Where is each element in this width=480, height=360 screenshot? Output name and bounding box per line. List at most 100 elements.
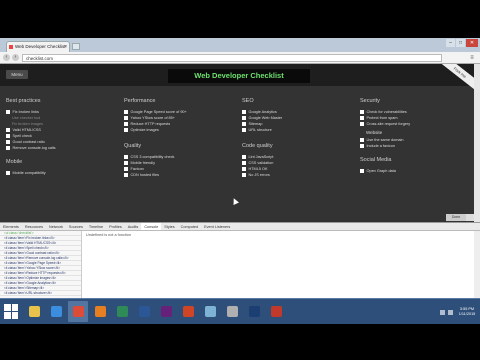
item-label: Lint JavaScript xyxy=(248,155,274,159)
fork-ribbon[interactable]: Fork me xyxy=(439,64,474,90)
devtools-tab[interactable]: Audits xyxy=(125,223,142,230)
taskbar-powerpoint-button[interactable] xyxy=(178,301,198,322)
item-label: Protect from spam xyxy=(366,116,398,120)
checkbox[interactable] xyxy=(360,122,364,126)
clock[interactable]: 3:55 PM 1/11/2015 xyxy=(456,307,478,317)
checklist-item[interactable]: No JS errors xyxy=(242,172,342,178)
page-scrollbar[interactable] xyxy=(474,64,480,222)
devtools-tab[interactable]: Network xyxy=(46,223,66,230)
devtools-tab[interactable]: Timeline xyxy=(86,223,106,230)
taskbar-word-button[interactable] xyxy=(134,301,154,322)
volume-icon[interactable] xyxy=(448,309,453,315)
checkbox[interactable] xyxy=(360,110,364,114)
tab-title: Web Developer Checklist xyxy=(15,44,66,49)
item-label: Optimize images xyxy=(130,128,159,132)
checkbox[interactable] xyxy=(124,116,128,120)
devtools-scrollbar[interactable] xyxy=(474,231,480,299)
favicon-icon xyxy=(9,45,13,49)
powerpoint-icon xyxy=(182,306,194,317)
checkbox[interactable] xyxy=(124,173,128,177)
devtools-tab[interactable]: Sources xyxy=(66,223,86,230)
checkbox[interactable] xyxy=(242,128,246,132)
checkbox[interactable] xyxy=(242,122,246,126)
checklist-item[interactable]: CDN hosted files xyxy=(124,172,224,178)
maximize-button[interactable]: □ xyxy=(456,39,465,47)
checkbox[interactable] xyxy=(124,167,128,171)
section-heading: Social Media xyxy=(360,157,392,163)
section-heading: Security xyxy=(360,98,380,104)
devtools-tab[interactable]: Elements xyxy=(0,223,22,230)
checkbox[interactable] xyxy=(242,155,246,159)
taskbar-visual-studio-button[interactable] xyxy=(156,301,176,322)
taskbar-file-explorer-button[interactable] xyxy=(24,301,44,322)
checkbox[interactable] xyxy=(242,173,246,177)
checkbox[interactable] xyxy=(6,128,10,132)
taskbar-sql-button[interactable] xyxy=(222,301,242,322)
taskbar-notepad-button[interactable] xyxy=(200,301,220,322)
checkbox[interactable] xyxy=(360,138,364,142)
item-label: CSS 3 compatibility check xyxy=(130,155,175,159)
section-heading: Performance xyxy=(124,98,156,104)
devtools-tab[interactable]: Computed xyxy=(178,223,202,230)
checkbox[interactable] xyxy=(6,171,10,175)
address-input[interactable]: checklist.com xyxy=(22,54,442,62)
devtools-tab[interactable]: Event Listeners xyxy=(201,223,233,230)
close-window-button[interactable]: ✕ xyxy=(466,39,478,47)
checkbox[interactable] xyxy=(6,110,10,114)
new-tab-button[interactable] xyxy=(72,43,80,50)
checkbox[interactable] xyxy=(242,110,246,114)
start-button-icon[interactable] xyxy=(4,304,18,319)
mouse-cursor-icon xyxy=(231,197,239,205)
checkbox[interactable] xyxy=(360,116,364,120)
checklist-item[interactable]: Remove console.log calls xyxy=(6,145,106,151)
section-heading: Best practices xyxy=(6,98,41,104)
checkbox[interactable] xyxy=(124,128,128,132)
section-heading: Code quality xyxy=(242,143,273,149)
tab-close-icon[interactable]: × xyxy=(64,42,67,52)
checklist-item[interactable]: Include a favicon xyxy=(360,143,464,149)
item-label: Open Graph data xyxy=(366,169,396,173)
checkbox[interactable] xyxy=(242,161,246,165)
checkbox[interactable] xyxy=(360,144,364,148)
developer-tools-panel: Elements Resources Network Sources Timel… xyxy=(0,222,480,299)
checkbox[interactable] xyxy=(6,146,10,150)
dom-line[interactable]: <li class='item'>URL structure</li> xyxy=(0,291,81,296)
checklist-item[interactable]: Mobile compatibility xyxy=(6,170,106,176)
checkbox[interactable] xyxy=(124,155,128,159)
checkbox[interactable] xyxy=(6,140,10,144)
checklist-item[interactable]: URL structure xyxy=(242,127,342,133)
item-label: Cross-site request forgery xyxy=(366,122,411,126)
checklist-item[interactable]: Open Graph data xyxy=(360,168,464,174)
address-bar-row: ‹ › checklist.com ≡ xyxy=(0,52,480,64)
checkbox[interactable] xyxy=(242,167,246,171)
devtools-tab[interactable]: Resources xyxy=(22,223,46,230)
checklist-item[interactable]: Cross-site request forgery xyxy=(360,121,464,127)
checkbox[interactable] xyxy=(6,134,10,138)
checkbox[interactable] xyxy=(360,169,364,173)
browser-tab[interactable]: Web Developer Checklist × xyxy=(6,41,70,52)
taskbar-firefox-button[interactable] xyxy=(90,301,110,322)
windows-taskbar: 3:55 PM 1/11/2015 xyxy=(0,298,480,324)
minimize-button[interactable]: – xyxy=(446,39,455,47)
checklist-item[interactable]: Optimize images xyxy=(124,127,224,133)
photoshop-icon xyxy=(248,306,260,317)
network-icon[interactable] xyxy=(440,309,445,315)
taskbar-filezilla-button[interactable] xyxy=(266,301,286,322)
devtools-tab[interactable]: Profiles xyxy=(106,223,125,230)
back-icon[interactable]: ‹ xyxy=(3,54,10,61)
taskbar-ie-button[interactable] xyxy=(46,301,66,322)
status-toggle[interactable] xyxy=(466,214,474,221)
devtools-tab-active[interactable]: Console xyxy=(141,223,162,230)
checkbox[interactable] xyxy=(124,122,128,126)
forward-icon[interactable]: › xyxy=(12,54,19,61)
taskbar-excel-button[interactable] xyxy=(112,301,132,322)
checkbox[interactable] xyxy=(124,161,128,165)
checkbox[interactable] xyxy=(242,116,246,120)
taskbar-photoshop-button[interactable] xyxy=(244,301,264,322)
hamburger-menu-icon[interactable]: ≡ xyxy=(468,54,476,62)
menu-button[interactable]: Menu xyxy=(6,70,28,79)
checkbox[interactable] xyxy=(124,110,128,114)
taskbar-chrome-button[interactable] xyxy=(68,301,88,322)
window-controls: – □ ✕ xyxy=(446,39,478,48)
devtools-tab[interactable]: Styles xyxy=(161,223,177,230)
